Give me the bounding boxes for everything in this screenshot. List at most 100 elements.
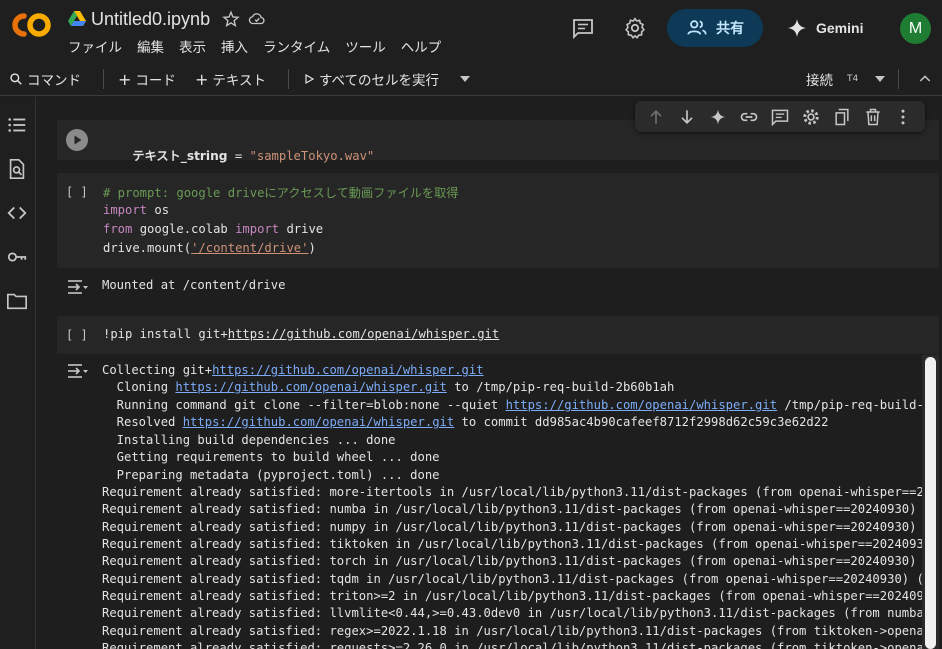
menu-runtime[interactable]: ランタイム [263, 36, 330, 56]
plus-icon: + [118, 69, 132, 89]
cell-output: Mounted at /content/drive [57, 268, 939, 308]
plus-icon: + [195, 69, 209, 89]
add-text-label: テキスト [212, 73, 267, 89]
comment-icon[interactable] [770, 107, 790, 127]
move-down-icon[interactable] [677, 107, 697, 127]
title-row: Untitled0.ipynb [68, 6, 266, 32]
gear-icon[interactable] [801, 107, 821, 127]
output-scrollbar-thumb[interactable] [925, 357, 936, 649]
gear-icon[interactable] [623, 16, 647, 40]
output-text: Installing build dependencies ... done [102, 433, 396, 447]
output-link[interactable]: https://github.com/openai/whisper.git [506, 398, 778, 412]
comment-icon[interactable] [571, 16, 595, 40]
toolbar-divider [898, 69, 899, 89]
menu-help[interactable]: ヘルプ [401, 36, 442, 56]
menu-edit[interactable]: 編集 [137, 36, 164, 56]
table-of-contents-icon[interactable] [6, 114, 28, 136]
code-comment[interactable]: # prompt: google driveにアクセスして動画ファイルを取得 [103, 183, 458, 201]
output-text: to commit dd985ac4b90cafeef8712f2998d62c… [454, 415, 829, 429]
output-line: Cloning https://github.com/openai/whispe… [102, 380, 675, 394]
code-string: "sampleTokyo.wav" [249, 149, 375, 163]
run-all-button[interactable]: すべてのセルを実行 [303, 69, 439, 89]
toolbar-divider [103, 69, 104, 89]
code-text: drive [279, 222, 324, 236]
output-text: Requirement already satisfied: tiktoken … [102, 537, 939, 551]
run-all-dropdown-icon[interactable] [458, 74, 472, 84]
output-text: Requirement already satisfied: torch in … [102, 554, 939, 568]
play-outline-icon [305, 73, 315, 85]
star-icon[interactable] [222, 10, 240, 28]
code-text: os [147, 203, 170, 217]
code-url[interactable]: https://github.com/openai/whisper.git [228, 327, 500, 341]
output-toggle-icon[interactable] [67, 363, 89, 379]
move-up-icon[interactable] [646, 107, 666, 127]
output-text: Requirement already satisfied: tqdm in /… [102, 572, 939, 586]
gemini-sparkle-icon[interactable] [708, 107, 728, 127]
output-text: Cloning [102, 380, 176, 394]
gemini-button[interactable]: Gemini [786, 13, 863, 43]
add-code-label: コード [135, 73, 176, 89]
menu-insert[interactable]: 挿入 [221, 36, 248, 56]
share-button[interactable]: 共有 [667, 9, 763, 47]
avatar[interactable]: M [900, 13, 931, 44]
cell-output: Collecting git+https://github.com/openai… [57, 354, 939, 649]
code-line[interactable]: !pip install git+https://github.com/open… [103, 327, 499, 341]
find-replace-icon[interactable] [6, 158, 28, 180]
menu-file[interactable]: ファイル [68, 36, 122, 56]
output-link[interactable]: https://github.com/openai/whisper.git [183, 415, 455, 429]
code-line[interactable]: import os [103, 203, 169, 217]
code-cell[interactable]: [ ] !pip install git+https://github.com/… [57, 316, 939, 354]
output-text: Requirement already satisfied: requests>… [102, 641, 939, 649]
output-link[interactable]: https://github.com/openai/whisper.git [212, 363, 484, 377]
output-text: /tmp/pip-req-build-2b60b1 [784, 398, 939, 412]
output-text: Preparing metadata (pyproject.toml) ... … [102, 468, 440, 482]
collapse-header-icon[interactable] [917, 71, 933, 87]
output-line: Resolved https://github.com/openai/whisp… [102, 415, 829, 429]
output-toggle-icon[interactable] [67, 279, 89, 295]
output-link[interactable]: https://github.com/openai/whisper.git [175, 380, 447, 394]
output-text: to /tmp/pip-req-build-2b60b1ah [446, 380, 675, 394]
cell-toolbar [635, 101, 925, 132]
cell-execution-count[interactable]: [ ] [66, 185, 88, 199]
add-text-button[interactable]: + テキスト [195, 69, 267, 90]
trash-icon[interactable] [863, 107, 883, 127]
code-snippets-icon[interactable] [6, 202, 28, 224]
code-line[interactable]: drive.mount('/content/drive') [103, 241, 316, 255]
code-cell[interactable]: [ ] # prompt: google driveにアクセスして動画ファイルを… [57, 173, 939, 268]
gemini-label: Gemini [816, 20, 864, 36]
more-vert-icon[interactable] [893, 107, 913, 127]
search-icon [10, 73, 22, 85]
left-sidebar [0, 97, 36, 649]
app-header: Untitled0.ipynb ファイル 編集 表示 挿入 ランタイム ツール … [0, 0, 942, 62]
folder-icon[interactable] [6, 290, 28, 312]
connect-label: 接続 [806, 73, 833, 89]
drive-icon[interactable] [68, 11, 86, 27]
output-text: Resolved [102, 415, 183, 429]
code-variable: テキスト_string [132, 149, 228, 163]
connect-button[interactable]: 接続 T4 [806, 69, 858, 89]
add-code-button[interactable]: + コード [118, 69, 176, 90]
run-all-label: すべてのセルを実行 [319, 73, 440, 89]
people-icon [687, 20, 707, 35]
cloud-saved-icon[interactable] [248, 10, 266, 28]
run-cell-button[interactable] [66, 129, 88, 151]
notebook-title[interactable]: Untitled0.ipynb [91, 9, 210, 30]
output-text: Requirement already satisfied: numba in … [102, 502, 939, 516]
mirror-cell-icon[interactable] [832, 107, 852, 127]
cell-execution-count[interactable]: [ ] [66, 328, 88, 342]
menu-view[interactable]: 表示 [179, 36, 206, 56]
code-line[interactable]: from google.colab import drive [103, 222, 323, 236]
output-text: Requirement already satisfied: more-iter… [102, 485, 939, 499]
output-text: Mounted at /content/drive [102, 278, 286, 292]
connect-dropdown-icon[interactable] [873, 74, 887, 84]
menu-bar: ファイル 編集 表示 挿入 ランタイム ツール ヘルプ [68, 36, 456, 56]
link-icon[interactable] [739, 107, 759, 127]
menu-tools[interactable]: ツール [345, 36, 386, 56]
output-text: Requirement already satisfied: triton>=2… [102, 589, 939, 603]
key-icon[interactable] [6, 246, 28, 268]
colab-logo[interactable] [10, 10, 52, 40]
command-palette-button[interactable]: コマンド [9, 69, 81, 89]
output-text: Getting requirements to build wheel ... … [102, 450, 440, 464]
code-line[interactable]: テキスト_string = "sampleTokyo.wav" [103, 132, 374, 178]
code-text: google.colab [132, 222, 236, 236]
